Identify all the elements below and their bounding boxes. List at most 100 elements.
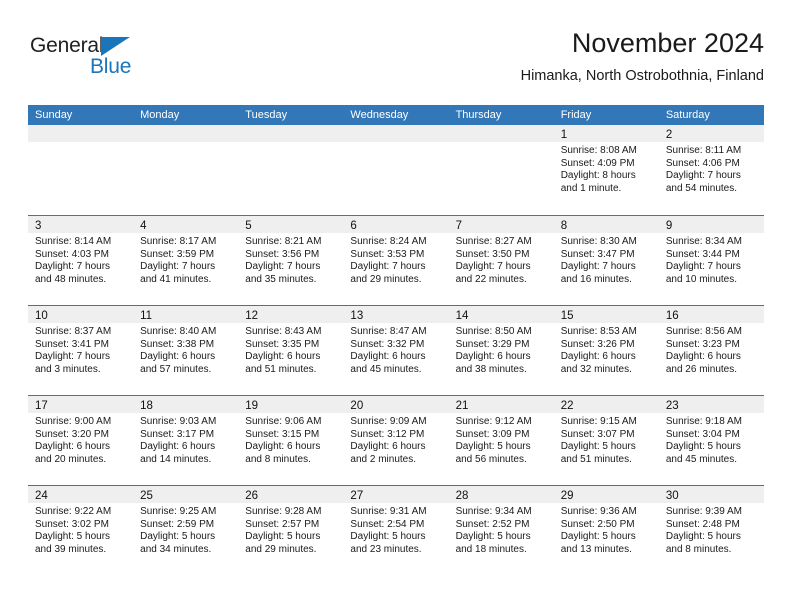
- sunset-text: Sunset: 3:20 PM: [35, 428, 109, 440]
- day-number: 17: [35, 400, 48, 412]
- calendar-day-cell[interactable]: 21 Sunrise: 9:12 AM Sunset: 3:09 PM Dayligh…: [448, 396, 554, 485]
- daylight-text-line1: Daylight: 6 hours: [350, 441, 426, 453]
- day-number-band: [238, 125, 344, 142]
- daylight-text-line2: and 8 minutes.: [245, 453, 311, 465]
- day-details: Sunrise: 9:36 AM Sunset: 2:50 PM Daylight:…: [554, 503, 659, 556]
- calendar-day-cell[interactable]: 6 Sunrise: 8:24 AM Sunset: 3:53 PM Daylight…: [343, 216, 449, 305]
- calendar-day-cell[interactable]: 19 Sunrise: 9:06 AM Sunset: 3:15 PM Dayligh…: [238, 396, 344, 485]
- daylight-text-line2: and 32 minutes.: [560, 363, 632, 375]
- calendar-day-cell[interactable]: 2 Sunrise: 8:11 AM Sunset: 4:06 PM Daylight…: [658, 125, 764, 215]
- calendar-day-cell[interactable]: 7 Sunrise: 8:27 AM Sunset: 3:50 PM Daylight…: [448, 216, 554, 305]
- sunrise-text: Sunrise: 8:37 AM: [35, 326, 112, 337]
- calendar-day-cell[interactable]: 3 Sunrise: 8:14 AM Sunset: 4:03 PM Daylight…: [28, 216, 134, 305]
- day-number-band: 29: [553, 486, 659, 503]
- sunset-text: Sunset: 3:47 PM: [560, 248, 635, 260]
- calendar-day-cell[interactable]: 27 Sunrise: 9:31 AM Sunset: 2:54 PM Dayligh…: [343, 486, 449, 575]
- day-number: 21: [455, 400, 469, 412]
- sunset-text: Sunset: 2:54 PM: [350, 518, 425, 530]
- calendar-day-cell[interactable]: 15 Sunrise: 8:53 AM Sunset: 3:26 PM Dayligh…: [553, 306, 659, 395]
- calendar-day-cell[interactable]: 16 Sunrise: 8:56 AM Sunset: 3:23 PM Dayligh…: [658, 306, 764, 395]
- day-details: Sunrise: 9:25 AM Sunset: 2:59 PM Daylight:…: [133, 503, 238, 556]
- sunset-text: Sunset: 3:29 PM: [455, 338, 530, 350]
- daylight-text-line1: Daylight: 7 hours: [560, 261, 636, 273]
- sunrise-text: Sunrise: 9:03 AM: [140, 416, 217, 427]
- daylight-text-line1: Daylight: 6 hours: [35, 441, 111, 453]
- day-number-band: 9: [658, 216, 764, 233]
- calendar-day-cell[interactable]: 22 Sunrise: 9:15 AM Sunset: 3:07 PM Dayligh…: [553, 396, 659, 485]
- day-number-band: 6: [343, 216, 449, 233]
- sunrise-text: Sunrise: 8:34 AM: [665, 236, 742, 247]
- daylight-text-line1: Daylight: 6 hours: [350, 351, 426, 363]
- sunrise-text: Sunrise: 8:50 AM: [455, 326, 532, 337]
- sunset-text: Sunset: 2:59 PM: [140, 518, 215, 530]
- daylight-text-line2: and 20 minutes.: [35, 453, 107, 465]
- day-number: 24: [35, 490, 48, 502]
- calendar-day-cell[interactable]: 29 Sunrise: 9:36 AM Sunset: 2:50 PM Dayligh…: [553, 486, 659, 575]
- calendar-day-cell[interactable]: 24 Sunrise: 9:22 AM Sunset: 3:02 PM Dayligh…: [28, 486, 134, 575]
- calendar-day-cell[interactable]: 12 Sunrise: 8:43 AM Sunset: 3:35 PM Dayligh…: [238, 306, 344, 395]
- day-details: Sunrise: 9:18 AM Sunset: 3:04 PM Daylight:…: [659, 413, 764, 466]
- calendar-cell-empty: [343, 125, 449, 215]
- sunrise-text: Sunrise: 9:09 AM: [350, 416, 427, 427]
- sunset-text: Sunset: 3:07 PM: [560, 428, 635, 440]
- calendar-grid: Sunday Monday Tuesday Wednesday Thursday Frid…: [28, 105, 764, 575]
- generalblue-logo[interactable]: General Blue: [30, 34, 200, 90]
- sunset-text: Sunset: 4:03 PM: [35, 248, 109, 260]
- sunset-text: Sunset: 3:26 PM: [560, 338, 635, 350]
- calendar-day-cell[interactable]: 5 Sunrise: 8:21 AM Sunset: 3:56 PM Daylight…: [238, 216, 344, 305]
- sunset-text: Sunset: 3:44 PM: [665, 248, 740, 260]
- daylight-text-line1: Daylight: 6 hours: [455, 351, 531, 363]
- day-details: Sunrise: 8:30 AM Sunset: 3:47 PM Daylight:…: [554, 233, 659, 286]
- daylight-text-line2: and 38 minutes.: [455, 363, 527, 375]
- day-details: Sunrise: 8:37 AM Sunset: 3:41 PM Daylight:…: [28, 323, 133, 376]
- day-details: Sunrise: 9:39 AM Sunset: 2:48 PM Daylight:…: [659, 503, 764, 556]
- calendar-day-cell[interactable]: 1 Sunrise: 8:08 AM Sunset: 4:09 PM Daylight…: [553, 125, 659, 215]
- calendar-day-cell[interactable]: 23 Sunrise: 9:18 AM Sunset: 3:04 PM Dayligh…: [658, 396, 764, 485]
- day-number: 9: [665, 220, 673, 232]
- calendar-day-cell[interactable]: 26 Sunrise: 9:28 AM Sunset: 2:57 PM Dayligh…: [238, 486, 344, 575]
- day-details: Sunrise: 9:09 AM Sunset: 3:12 PM Daylight:…: [343, 413, 448, 466]
- day-number-band: 18: [133, 396, 239, 413]
- daylight-text-line2: and 29 minutes.: [245, 543, 317, 555]
- calendar-day-cell[interactable]: 9 Sunrise: 8:34 AM Sunset: 3:44 PM Daylight…: [658, 216, 764, 305]
- day-details: Sunrise: 8:43 AM Sunset: 3:35 PM Daylight:…: [238, 323, 343, 376]
- sunset-text: Sunset: 2:57 PM: [245, 518, 320, 530]
- sunset-text: Sunset: 3:04 PM: [665, 428, 740, 440]
- sunset-text: Sunset: 3:56 PM: [245, 248, 320, 260]
- calendar-day-cell[interactable]: 20 Sunrise: 9:09 AM Sunset: 3:12 PM Dayligh…: [343, 396, 449, 485]
- daylight-text-line2: and 45 minutes.: [350, 363, 422, 375]
- calendar-day-cell[interactable]: 11 Sunrise: 8:40 AM Sunset: 3:38 PM Dayligh…: [133, 306, 239, 395]
- weekday-header-saturday: Saturday: [665, 109, 710, 121]
- calendar-day-cell[interactable]: 28 Sunrise: 9:34 AM Sunset: 2:52 PM Dayligh…: [448, 486, 554, 575]
- day-number: 18: [140, 400, 153, 412]
- daylight-text-line1: Daylight: 6 hours: [245, 441, 321, 453]
- calendar-day-cell[interactable]: 13 Sunrise: 8:47 AM Sunset: 3:32 PM Dayligh…: [343, 306, 449, 395]
- day-number: 28: [455, 490, 469, 502]
- day-details: Sunrise: 8:34 AM Sunset: 3:44 PM Daylight:…: [659, 233, 764, 286]
- sunrise-text: Sunrise: 9:34 AM: [455, 506, 532, 517]
- daylight-text-line1: Daylight: 7 hours: [140, 261, 216, 273]
- calendar-day-cell[interactable]: 17 Sunrise: 9:00 AM Sunset: 3:20 PM Dayligh…: [28, 396, 134, 485]
- calendar-day-cell[interactable]: 30 Sunrise: 9:39 AM Sunset: 2:48 PM Dayligh…: [658, 486, 764, 575]
- day-number-band: 22: [553, 396, 659, 413]
- calendar-day-cell[interactable]: 14 Sunrise: 8:50 AM Sunset: 3:29 PM Dayligh…: [448, 306, 554, 395]
- daylight-text-line1: Daylight: 6 hours: [140, 351, 216, 363]
- daylight-text-line2: and 3 minutes.: [35, 363, 101, 375]
- day-details: Sunrise: 9:00 AM Sunset: 3:20 PM Daylight:…: [28, 413, 133, 466]
- day-number-band: 3: [28, 216, 134, 233]
- day-number-band: 20: [343, 396, 449, 413]
- calendar-day-cell[interactable]: 4 Sunrise: 8:17 AM Sunset: 3:59 PM Daylight…: [133, 216, 239, 305]
- daylight-text-line1: Daylight: 6 hours: [560, 351, 636, 363]
- day-details: Sunrise: 8:21 AM Sunset: 3:56 PM Daylight:…: [238, 233, 343, 286]
- sunrise-text: Sunrise: 9:28 AM: [245, 506, 322, 517]
- calendar-day-cell[interactable]: 10 Sunrise: 8:37 AM Sunset: 3:41 PM Dayligh…: [28, 306, 134, 395]
- calendar-day-cell[interactable]: 18 Sunrise: 9:03 AM Sunset: 3:17 PM Dayligh…: [133, 396, 239, 485]
- day-number-band: 15: [553, 306, 659, 323]
- calendar-day-cell[interactable]: 25 Sunrise: 9:25 AM Sunset: 2:59 PM Dayligh…: [133, 486, 239, 575]
- weekday-header-thursday: Thursday: [455, 109, 502, 121]
- sunset-text: Sunset: 2:50 PM: [560, 518, 635, 530]
- calendar-day-cell[interactable]: 8 Sunrise: 8:30 AM Sunset: 3:47 PM Daylight…: [553, 216, 659, 305]
- sunrise-text: Sunrise: 9:39 AM: [665, 506, 742, 517]
- daylight-text-line2: and 1 minute.: [560, 182, 622, 194]
- day-number-band: 8: [553, 216, 659, 233]
